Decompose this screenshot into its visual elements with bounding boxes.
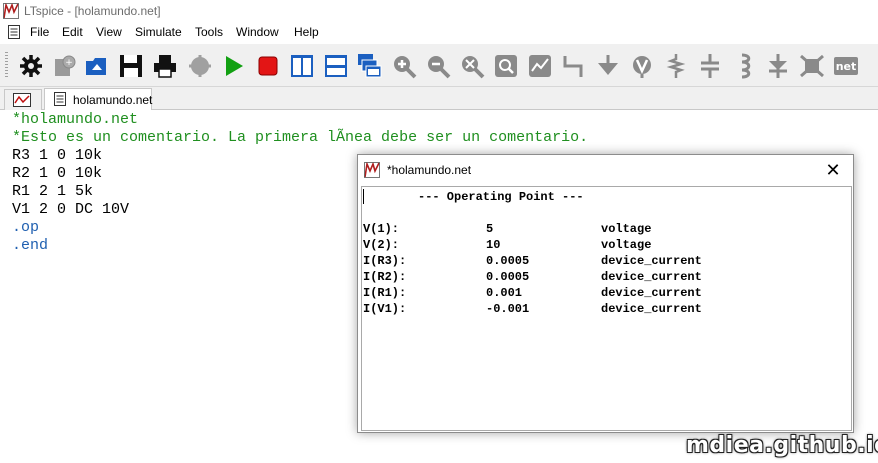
netlist-line: V1 2 0 DC 10V [12,201,130,218]
op-value: 0.0005 [486,254,530,268]
netlist-line: .op [12,219,40,236]
menu-view[interactable]: View [96,25,122,39]
menu-edit[interactable]: Edit [62,25,83,39]
netlist-line: *holamundo.net [12,111,139,128]
menu-help[interactable]: Help [294,25,319,39]
op-row: I(V1): -0.001 device_current [363,302,843,318]
tab-holamundo[interactable]: holamundo.net [44,88,152,111]
inductor-icon[interactable] [731,53,757,79]
netlist-line: R1 2 1 5k [12,183,94,200]
zoom-extents-icon[interactable] [493,53,519,79]
op-node-name: V(1): [363,222,400,236]
print-icon[interactable] [152,53,178,79]
dialog-title: *holamundo.net [387,163,472,177]
ltspice-logo-icon [3,3,19,19]
cascade-icon[interactable] [357,53,383,79]
ltspice-logo-icon [364,162,380,178]
op-type: device_current [601,286,702,300]
op-row: V(1): 5 voltage [363,222,843,238]
toolbar-grip[interactable] [5,52,8,78]
svg-text:net: net [836,60,857,73]
autorange-icon[interactable] [527,53,553,79]
component-icon[interactable] [799,53,825,79]
op-value: 10 [486,238,501,252]
ground-icon[interactable] [595,53,621,79]
zoom-in-icon[interactable] [391,53,417,79]
op-value: 0.0005 [486,270,530,284]
netlist-line: R3 1 0 10k [12,147,103,164]
tile-horizontal-icon[interactable] [323,53,349,79]
document-icon[interactable] [7,25,21,39]
netlist-line: .end [12,237,49,254]
op-type: voltage [601,238,652,252]
op-type: device_current [601,254,702,268]
toolbar: + net [0,44,878,87]
op-value: -0.001 [486,302,530,316]
op-row: V(2): 10 voltage [363,238,843,254]
title-bar: LTspice - [holamundo.net] [0,0,878,22]
op-row: I(R1): 0.001 device_current [363,286,843,302]
control-panel-icon[interactable] [18,53,44,79]
halt-icon[interactable] [187,53,213,79]
svg-text:+: + [65,58,73,68]
spice-directive-icon[interactable]: net [833,53,859,79]
watermark: mdiea.github.io [686,433,878,458]
save-icon[interactable] [118,53,144,79]
op-type: device_current [601,302,702,316]
capacitor-icon[interactable] [697,53,723,79]
waveform-icon [13,93,31,107]
menu-bar: File Edit View Simulate Tools Window Hel… [0,22,878,42]
op-row: I(R3): 0.0005 device_current [363,254,843,270]
operating-point-header: --- Operating Point --- [418,190,584,204]
open-icon[interactable] [84,53,110,79]
stop-icon[interactable] [255,53,281,79]
menu-tools[interactable]: Tools [195,25,223,39]
run-icon[interactable] [221,53,247,79]
close-icon[interactable]: ✕ [813,155,853,185]
document-tab-bar: holamundo.net [0,87,878,111]
label-net-icon[interactable] [629,53,655,79]
op-node-name: I(R1): [363,286,407,300]
operating-point-dialog: *holamundo.net ✕ --- Operating Point ---… [357,154,854,433]
window-title: LTspice - [holamundo.net] [24,4,161,18]
op-row: I(R2): 0.0005 device_current [363,270,843,286]
tab-label: holamundo.net [73,93,153,107]
resistor-icon[interactable] [663,53,689,79]
tile-vertical-icon[interactable] [289,53,315,79]
zoom-out-icon[interactable] [425,53,451,79]
op-type: device_current [601,270,702,284]
op-node-name: I(R3): [363,254,407,268]
netlist-line: *Esto es un comentario. La primera lÃ­ne… [12,129,589,146]
op-node-name: I(V1): [363,302,407,316]
op-node-name: V(2): [363,238,400,252]
netlist-line: R2 1 0 10k [12,165,103,182]
wire-icon[interactable] [561,53,587,79]
op-type: voltage [601,222,652,236]
new-schematic-icon[interactable]: + [51,53,77,79]
zoom-fit-icon[interactable] [459,53,485,79]
netlist-document-icon [54,92,66,106]
menu-simulate[interactable]: Simulate [135,25,182,39]
menu-file[interactable]: File [30,25,49,39]
diode-icon[interactable] [765,53,791,79]
operating-point-output[interactable]: --- Operating Point --- V(1): 5 voltage … [361,186,852,431]
op-node-name: I(R2): [363,270,407,284]
text-caret [363,189,364,204]
menu-window[interactable]: Window [236,25,279,39]
op-value: 0.001 [486,286,523,300]
op-value: 5 [486,222,494,236]
tab-waveform[interactable] [4,89,42,110]
